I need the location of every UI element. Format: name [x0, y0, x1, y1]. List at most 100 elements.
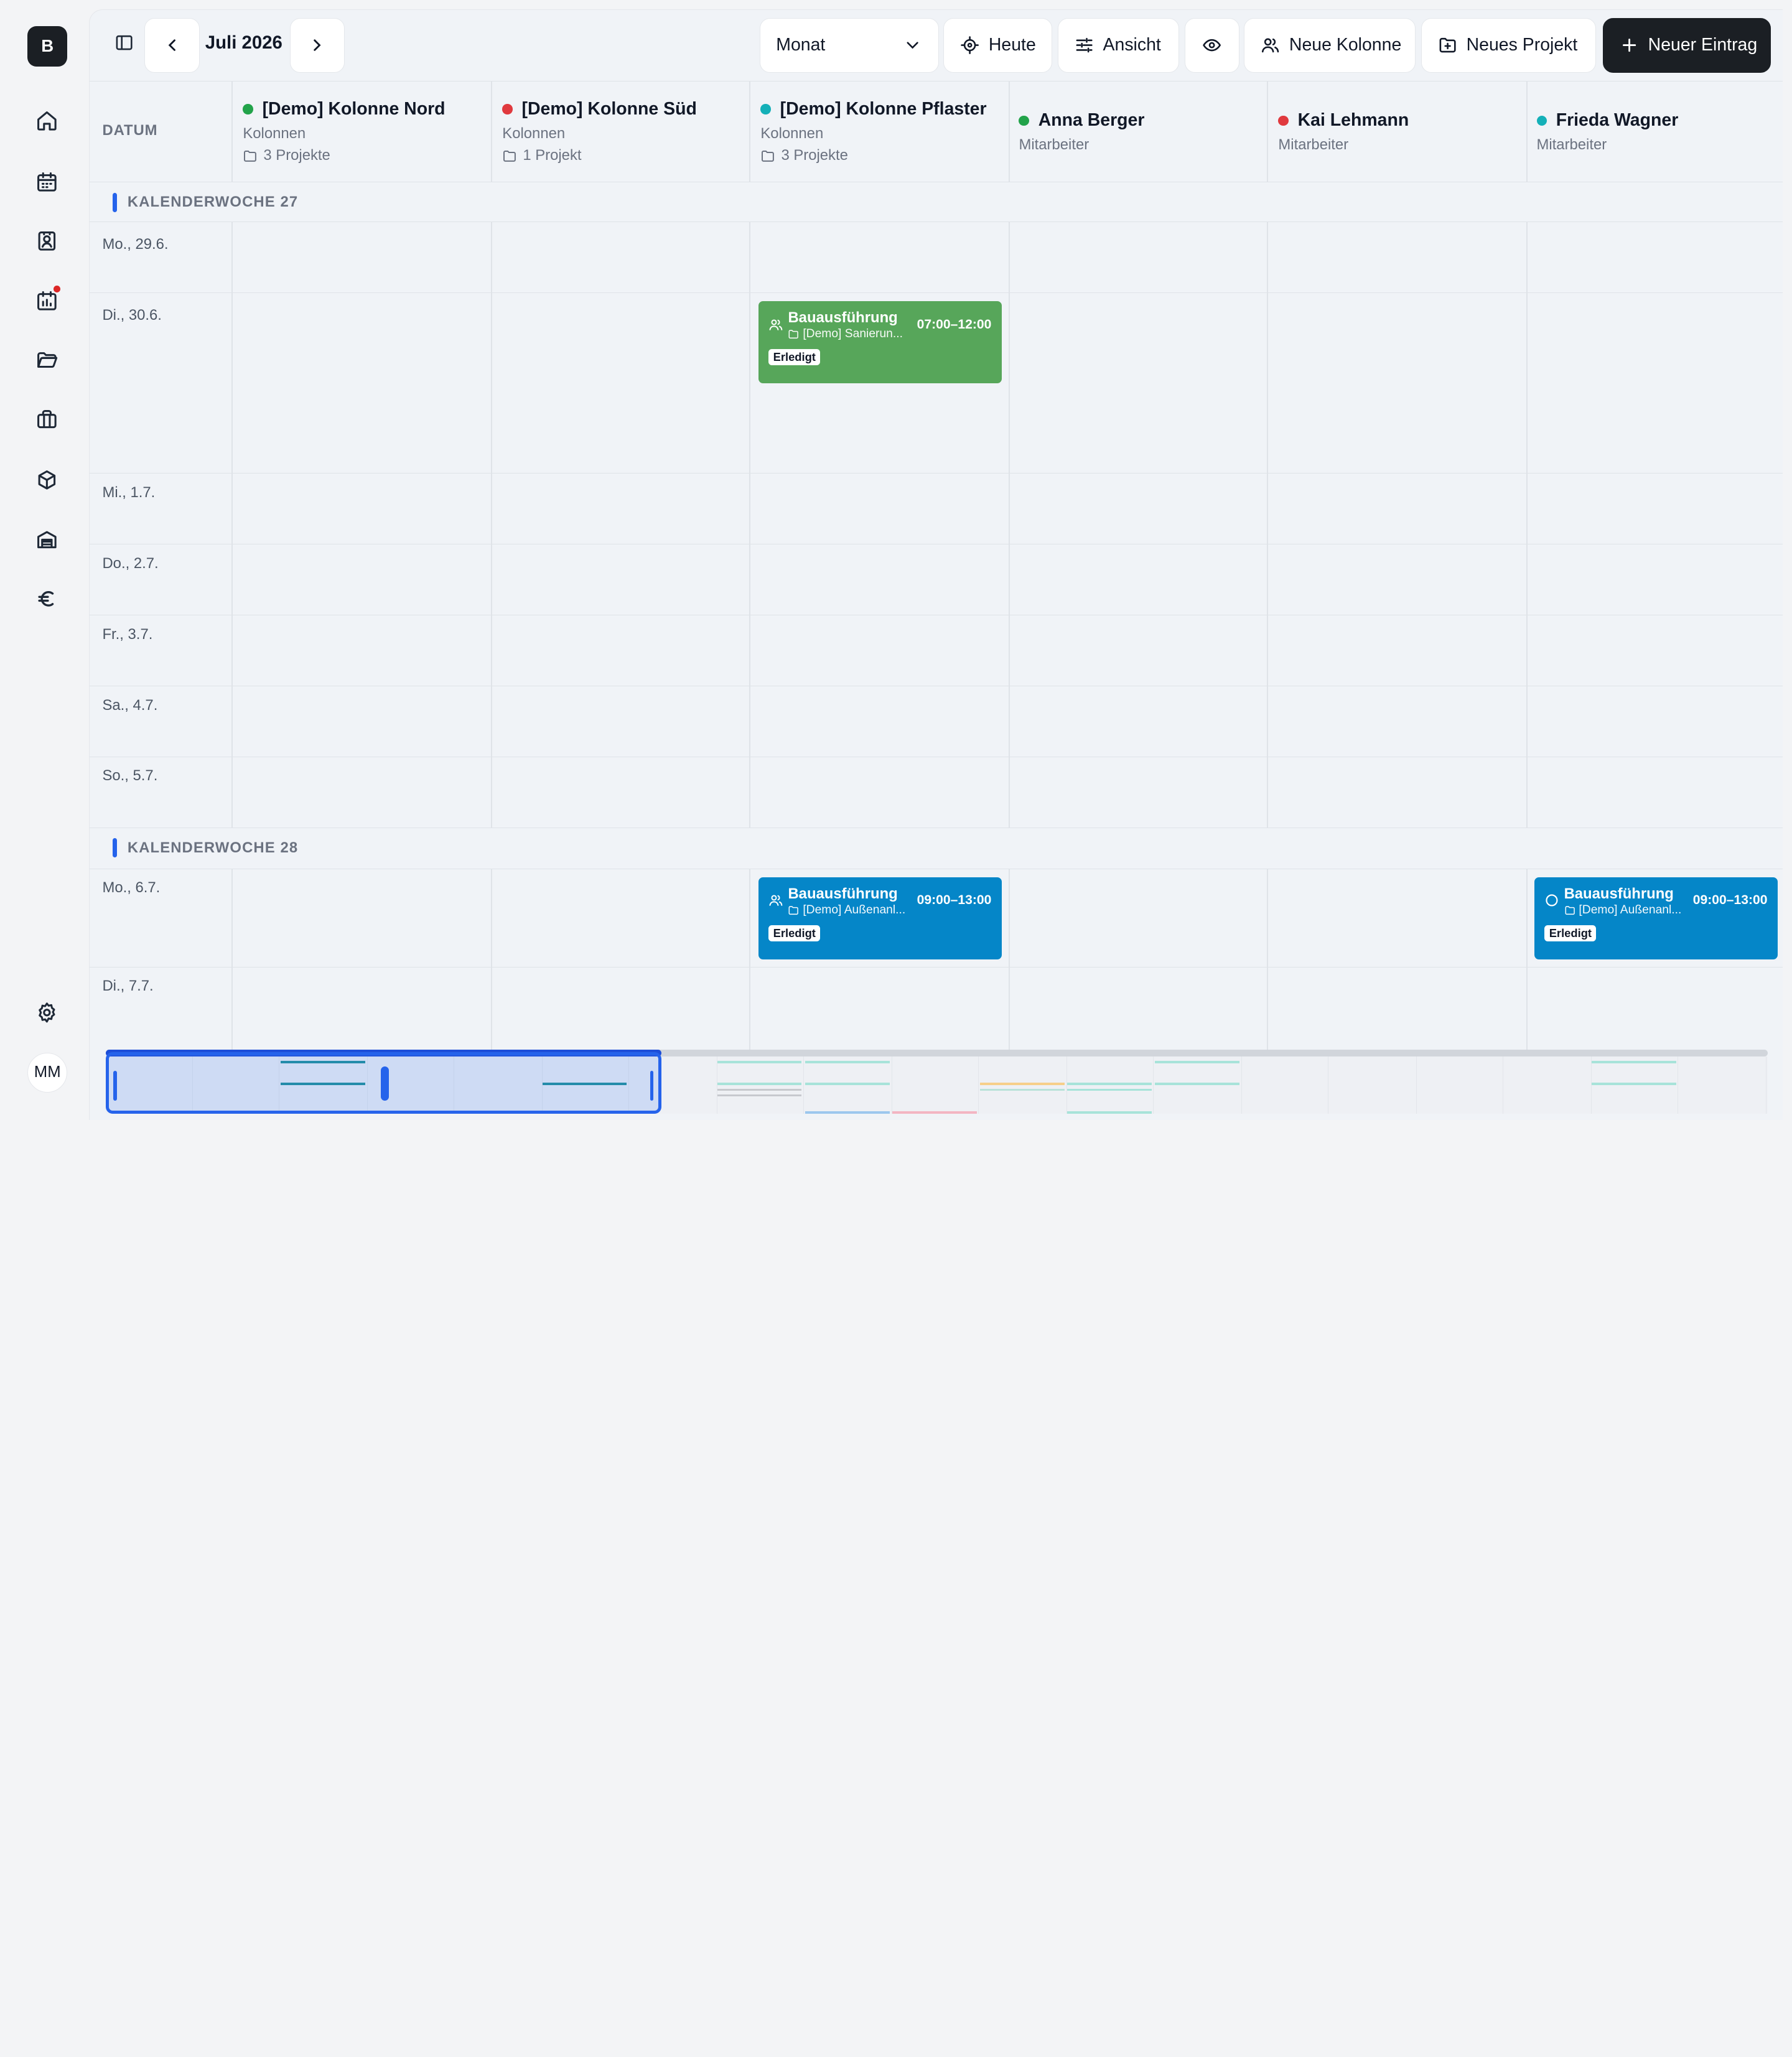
today-button[interactable]: Heute: [943, 17, 1052, 73]
view-options-button[interactable]: Ansicht: [1057, 17, 1179, 73]
new-column-label: Neue Kolonne: [1289, 35, 1402, 55]
status-dot: [1019, 115, 1029, 126]
event-title: Bauausführung: [1564, 885, 1674, 902]
new-entry-label: Neuer Eintrag: [1648, 35, 1758, 55]
view-label: Ansicht: [1103, 35, 1161, 55]
minimap-viewport-selector[interactable]: [105, 1052, 661, 1114]
day-row[interactable]: So., 5.7.: [90, 757, 1783, 828]
column-name: Frieda Wagner: [1556, 110, 1679, 131]
briefcase-icon[interactable]: [33, 406, 60, 433]
column-header-kolonne-nord[interactable]: [Demo] Kolonne Nord Kolonnen 3 Projekte: [243, 98, 446, 165]
reports-icon[interactable]: [33, 284, 62, 314]
column-name: [Demo] Kolonne Pflaster: [780, 98, 987, 119]
folder-plus-icon: [1439, 37, 1456, 53]
event-project-name: [Demo] Außenanl...: [1579, 903, 1682, 917]
day-label: Fr., 3.7.: [102, 625, 153, 643]
column-name: [Demo] Kolonne Süd: [521, 98, 697, 119]
date-column-header: DATUM: [102, 121, 158, 139]
column-type: Mitarbeiter: [1278, 136, 1349, 154]
contacts-icon[interactable]: [33, 228, 60, 255]
status-dot: [502, 104, 513, 114]
week-marker: [112, 192, 118, 212]
day-row[interactable]: Do., 2.7.: [90, 544, 1783, 616]
new-entry-button[interactable]: Neuer Eintrag: [1603, 17, 1771, 73]
event-project-name: [Demo] Sanierun...: [803, 327, 903, 341]
sliders-icon: [1076, 37, 1093, 53]
folder-icon[interactable]: [33, 347, 60, 374]
day-label: Mo., 6.7.: [102, 879, 161, 897]
folder-icon: [788, 906, 799, 915]
month-title: Juli 2026: [205, 32, 282, 54]
column-type: Kolonnen: [243, 125, 306, 142]
day-label: Di., 7.7.: [102, 977, 154, 995]
week-label: KALENDERWOCHE 28: [127, 839, 299, 857]
day-row[interactable]: Di., 7.7.: [90, 968, 1783, 1050]
status-dot: [243, 104, 253, 114]
euro-icon[interactable]: [33, 585, 60, 612]
next-month-button[interactable]: [289, 17, 345, 73]
event-card[interactable]: Bauausführung [Demo] Außenanl... 09:00–1…: [758, 877, 1002, 959]
home-icon[interactable]: [33, 108, 60, 135]
minimap-left-handle[interactable]: [113, 1071, 117, 1101]
users-icon: [1261, 38, 1279, 53]
circle-icon: [1546, 894, 1558, 907]
sidebar-toggle-icon[interactable]: [106, 25, 142, 62]
event-project: [Demo] Außenanl...: [1564, 902, 1693, 918]
event-title: Bauausführung: [788, 309, 898, 326]
day-label: Sa., 4.7.: [102, 696, 158, 714]
column-type: Kolonnen: [760, 125, 824, 142]
day-row[interactable]: Mo., 29.6.: [90, 222, 1783, 294]
column-header-kai-lehmann[interactable]: Kai Lehmann Mitarbeiter: [1278, 110, 1409, 154]
folder-icon: [762, 150, 775, 162]
plus-icon: [1622, 39, 1636, 52]
week-marker: [112, 838, 118, 858]
minimap-right-handle[interactable]: [650, 1071, 654, 1101]
event-card[interactable]: Bauausführung [Demo] Außenanl... 09:00–1…: [1534, 877, 1778, 959]
eye-icon: [1203, 39, 1221, 52]
column-header-anna-berger[interactable]: Anna Berger Mitarbeiter: [1019, 110, 1144, 154]
folder-icon: [788, 330, 799, 339]
week-header: KALENDERWOCHE 27: [90, 182, 1783, 223]
minimap-drag-handle[interactable]: [381, 1066, 389, 1101]
column-header-kolonne-sued[interactable]: [Demo] Kolonne Süd Kolonnen 1 Projekt: [502, 99, 697, 165]
column-header-frieda-wagner[interactable]: Frieda Wagner Mitarbeiter: [1536, 110, 1679, 154]
column-projects: 1 Projekt: [502, 147, 697, 164]
day-label: Di., 30.6.: [102, 307, 162, 324]
sidebar: B MM: [0, 0, 90, 1120]
new-project-button[interactable]: Neues Projekt: [1421, 17, 1596, 73]
day-row[interactable]: Mi., 1.7.: [90, 473, 1783, 545]
app-logo[interactable]: B: [27, 26, 68, 67]
visibility-button[interactable]: [1184, 17, 1239, 73]
timeline-minimap[interactable]: [105, 1050, 1768, 1116]
folder-icon: [244, 150, 257, 162]
status-badge: Erledigt: [1544, 925, 1597, 941]
chevron-down-icon: [907, 42, 918, 49]
event-card[interactable]: Bauausführung [Demo] Sanierun... 07:00–1…: [758, 301, 1002, 384]
event-project-name: [Demo] Außenanl...: [803, 903, 906, 917]
event-project: [Demo] Außenanl...: [788, 902, 917, 918]
prev-month-button[interactable]: [144, 17, 200, 73]
gear-icon[interactable]: [33, 999, 60, 1026]
event-time: 09:00–13:00: [917, 893, 992, 908]
day-row[interactable]: Fr., 3.7.: [90, 615, 1783, 686]
status-badge: Erledigt: [768, 349, 821, 365]
day-label: Mi., 1.7.: [102, 483, 156, 501]
week-label: KALENDERWOCHE 27: [127, 194, 299, 211]
warehouse-icon[interactable]: [33, 526, 60, 553]
chevron-right-icon: [314, 39, 321, 51]
day-row[interactable]: Sa., 4.7.: [90, 686, 1783, 757]
avatar[interactable]: MM: [27, 1052, 68, 1093]
view-range-select[interactable]: Monat: [759, 17, 939, 73]
package-icon[interactable]: [33, 466, 60, 493]
users-icon: [769, 895, 783, 907]
column-name: [Demo] Kolonne Nord: [262, 98, 446, 119]
column-name: Anna Berger: [1038, 110, 1145, 131]
app: B MM Juli 2026 Monat Heute Ansicht Neue …: [0, 0, 1792, 1120]
notification-badge: [52, 284, 62, 294]
new-column-button[interactable]: Neue Kolonne: [1244, 17, 1416, 73]
calendar-icon[interactable]: [33, 168, 60, 195]
event-time: 09:00–13:00: [1692, 893, 1768, 908]
column-header-kolonne-pflaster[interactable]: [Demo] Kolonne Pflaster Kolonnen 3 Proje…: [760, 98, 987, 165]
event-title: Bauausführung: [788, 885, 898, 902]
week-header: KALENDERWOCHE 28: [90, 828, 1783, 869]
